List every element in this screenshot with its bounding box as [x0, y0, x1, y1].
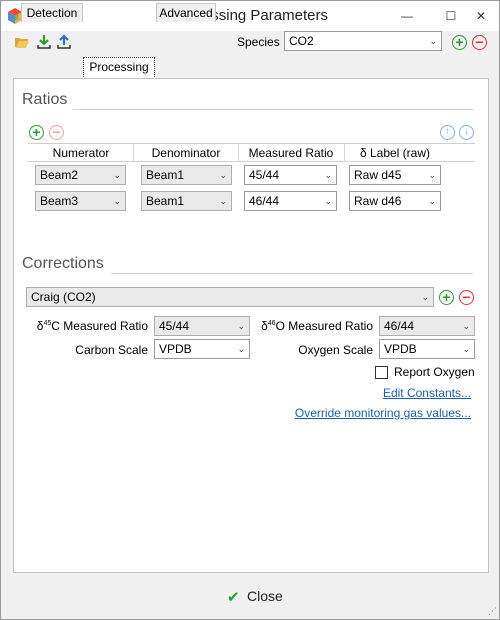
row1-numerator-select[interactable]: Beam2 ⌄	[35, 165, 126, 185]
o18-label-text: O Measured Ratio	[275, 319, 373, 333]
row2-denominator-value: Beam1	[146, 194, 185, 208]
c13-label-text: C Measured Ratio	[51, 319, 148, 333]
species-value: CO2	[289, 34, 314, 48]
grid-top-border	[28, 143, 475, 144]
row1-delta-label-value: Raw d45	[354, 168, 402, 182]
grid-separator	[344, 143, 345, 161]
chevron-down-icon: ⌄	[428, 196, 436, 206]
carbon-scale-value: VPDB	[159, 342, 192, 356]
remove-ratio-button[interactable]: −	[49, 125, 64, 140]
tab-advanced[interactable]: Advanced	[156, 3, 216, 22]
minimize-button[interactable]: —	[389, 1, 425, 31]
c13-measured-ratio-label: δ45C Measured Ratio	[21, 319, 148, 333]
add-species-button[interactable]: +	[452, 35, 467, 50]
tab-processing[interactable]: Processing	[83, 57, 155, 79]
row2-delta-label-value: Raw d46	[354, 194, 402, 208]
column-header-denominator: Denominator	[151, 146, 221, 160]
chevron-down-icon: ⌄	[462, 321, 470, 331]
row2-denominator-select[interactable]: Beam1 ⌄	[141, 191, 232, 211]
chevron-down-icon: ⌄	[113, 196, 121, 206]
corrections-title: Corrections	[22, 255, 104, 272]
chevron-down-icon: ⌄	[324, 170, 332, 180]
close-window-button[interactable]: ✕	[463, 1, 499, 31]
export-up-icon[interactable]	[56, 34, 72, 50]
grid-separator	[133, 143, 134, 161]
override-monitoring-gas-link[interactable]: Override monitoring gas values...	[295, 406, 471, 420]
o18-measured-ratio-select[interactable]: 46/44 ⌄	[379, 316, 475, 336]
chevron-down-icon: ⌄	[324, 196, 332, 206]
processing-parameters-window: Processing Parameters — ☐ ✕ Species CO2 …	[0, 0, 500, 620]
chevron-down-icon: ⌄	[429, 36, 437, 46]
remove-species-button[interactable]: −	[472, 35, 487, 50]
report-oxygen-checkbox[interactable]	[375, 366, 388, 379]
edit-constants-link[interactable]: Edit Constants...	[383, 386, 471, 400]
chevron-down-icon: ⌄	[237, 344, 245, 354]
tab-detection[interactable]: Detection	[21, 3, 83, 22]
chevron-down-icon: ⌄	[428, 170, 436, 180]
import-down-icon[interactable]	[36, 34, 52, 50]
carbon-scale-label: Carbon Scale	[75, 343, 148, 357]
column-header-numerator: Numerator	[52, 146, 110, 160]
row2-delta-label-select[interactable]: Raw d46 ⌄	[349, 191, 441, 211]
chevron-down-icon: ⌄	[462, 344, 470, 354]
c13-measured-ratio-value: 45/44	[159, 319, 190, 333]
add-ratio-button[interactable]: +	[29, 125, 44, 140]
row1-delta-label-select[interactable]: Raw d45 ⌄	[349, 165, 441, 185]
o18-measured-ratio-value: 46/44	[384, 319, 415, 333]
row2-numerator-value: Beam3	[40, 194, 79, 208]
o18-measured-ratio-label: δ46O Measured Ratio	[253, 319, 373, 333]
oxygen-scale-label: Oxygen Scale	[298, 343, 373, 357]
check-icon[interactable]: ✔	[227, 588, 240, 606]
remove-correction-button[interactable]: −	[459, 290, 474, 305]
move-down-icon[interactable]: ↓	[459, 125, 474, 140]
move-up-icon[interactable]: ↑	[440, 125, 455, 140]
row1-denominator-select[interactable]: Beam1 ⌄	[141, 165, 232, 185]
carbon-scale-select[interactable]: VPDB ⌄	[154, 339, 250, 359]
row2-measured-ratio-select[interactable]: 46/44 ⌄	[244, 191, 337, 211]
row1-numerator-value: Beam2	[40, 168, 79, 182]
row2-numerator-select[interactable]: Beam3 ⌄	[35, 191, 126, 211]
correction-method-value: Craig (CO2)	[31, 290, 96, 304]
row2-measured-ratio-value: 46/44	[249, 194, 280, 208]
oxygen-scale-value: VPDB	[384, 342, 417, 356]
add-correction-button[interactable]: +	[439, 290, 454, 305]
open-folder-icon[interactable]	[14, 34, 30, 50]
correction-method-select[interactable]: Craig (CO2) ⌄	[26, 287, 434, 307]
column-header-delta-label: δ Label (raw)	[359, 146, 431, 160]
chevron-down-icon: ⌄	[421, 292, 429, 302]
delta-symbol: δ	[261, 319, 268, 333]
species-label: Species	[237, 35, 280, 49]
ratios-title: Ratios	[22, 91, 68, 108]
row1-denominator-value: Beam1	[146, 168, 185, 182]
row1-measured-ratio-value: 45/44	[249, 168, 280, 182]
c13-measured-ratio-select[interactable]: 45/44 ⌄	[154, 316, 250, 336]
chevron-down-icon: ⌄	[219, 170, 227, 180]
o18-superscript: 46	[267, 320, 276, 327]
chevron-down-icon: ⌄	[237, 321, 245, 331]
chevron-down-icon: ⌄	[219, 196, 227, 206]
chevron-down-icon: ⌄	[113, 170, 121, 180]
grid-separator	[238, 143, 239, 161]
oxygen-scale-select[interactable]: VPDB ⌄	[379, 339, 475, 359]
row1-measured-ratio-select[interactable]: 45/44 ⌄	[244, 165, 337, 185]
species-select[interactable]: CO2 ⌄	[284, 31, 442, 51]
resize-grip-icon[interactable]: ⋰	[488, 606, 497, 617]
column-header-measured-ratio: Measured Ratio	[248, 146, 334, 160]
close-button[interactable]: Close	[247, 588, 283, 604]
corrections-divider	[111, 273, 473, 274]
grid-header-border	[28, 161, 475, 162]
report-oxygen-label: Report Oxygen	[394, 365, 475, 379]
ratios-divider	[73, 109, 473, 110]
